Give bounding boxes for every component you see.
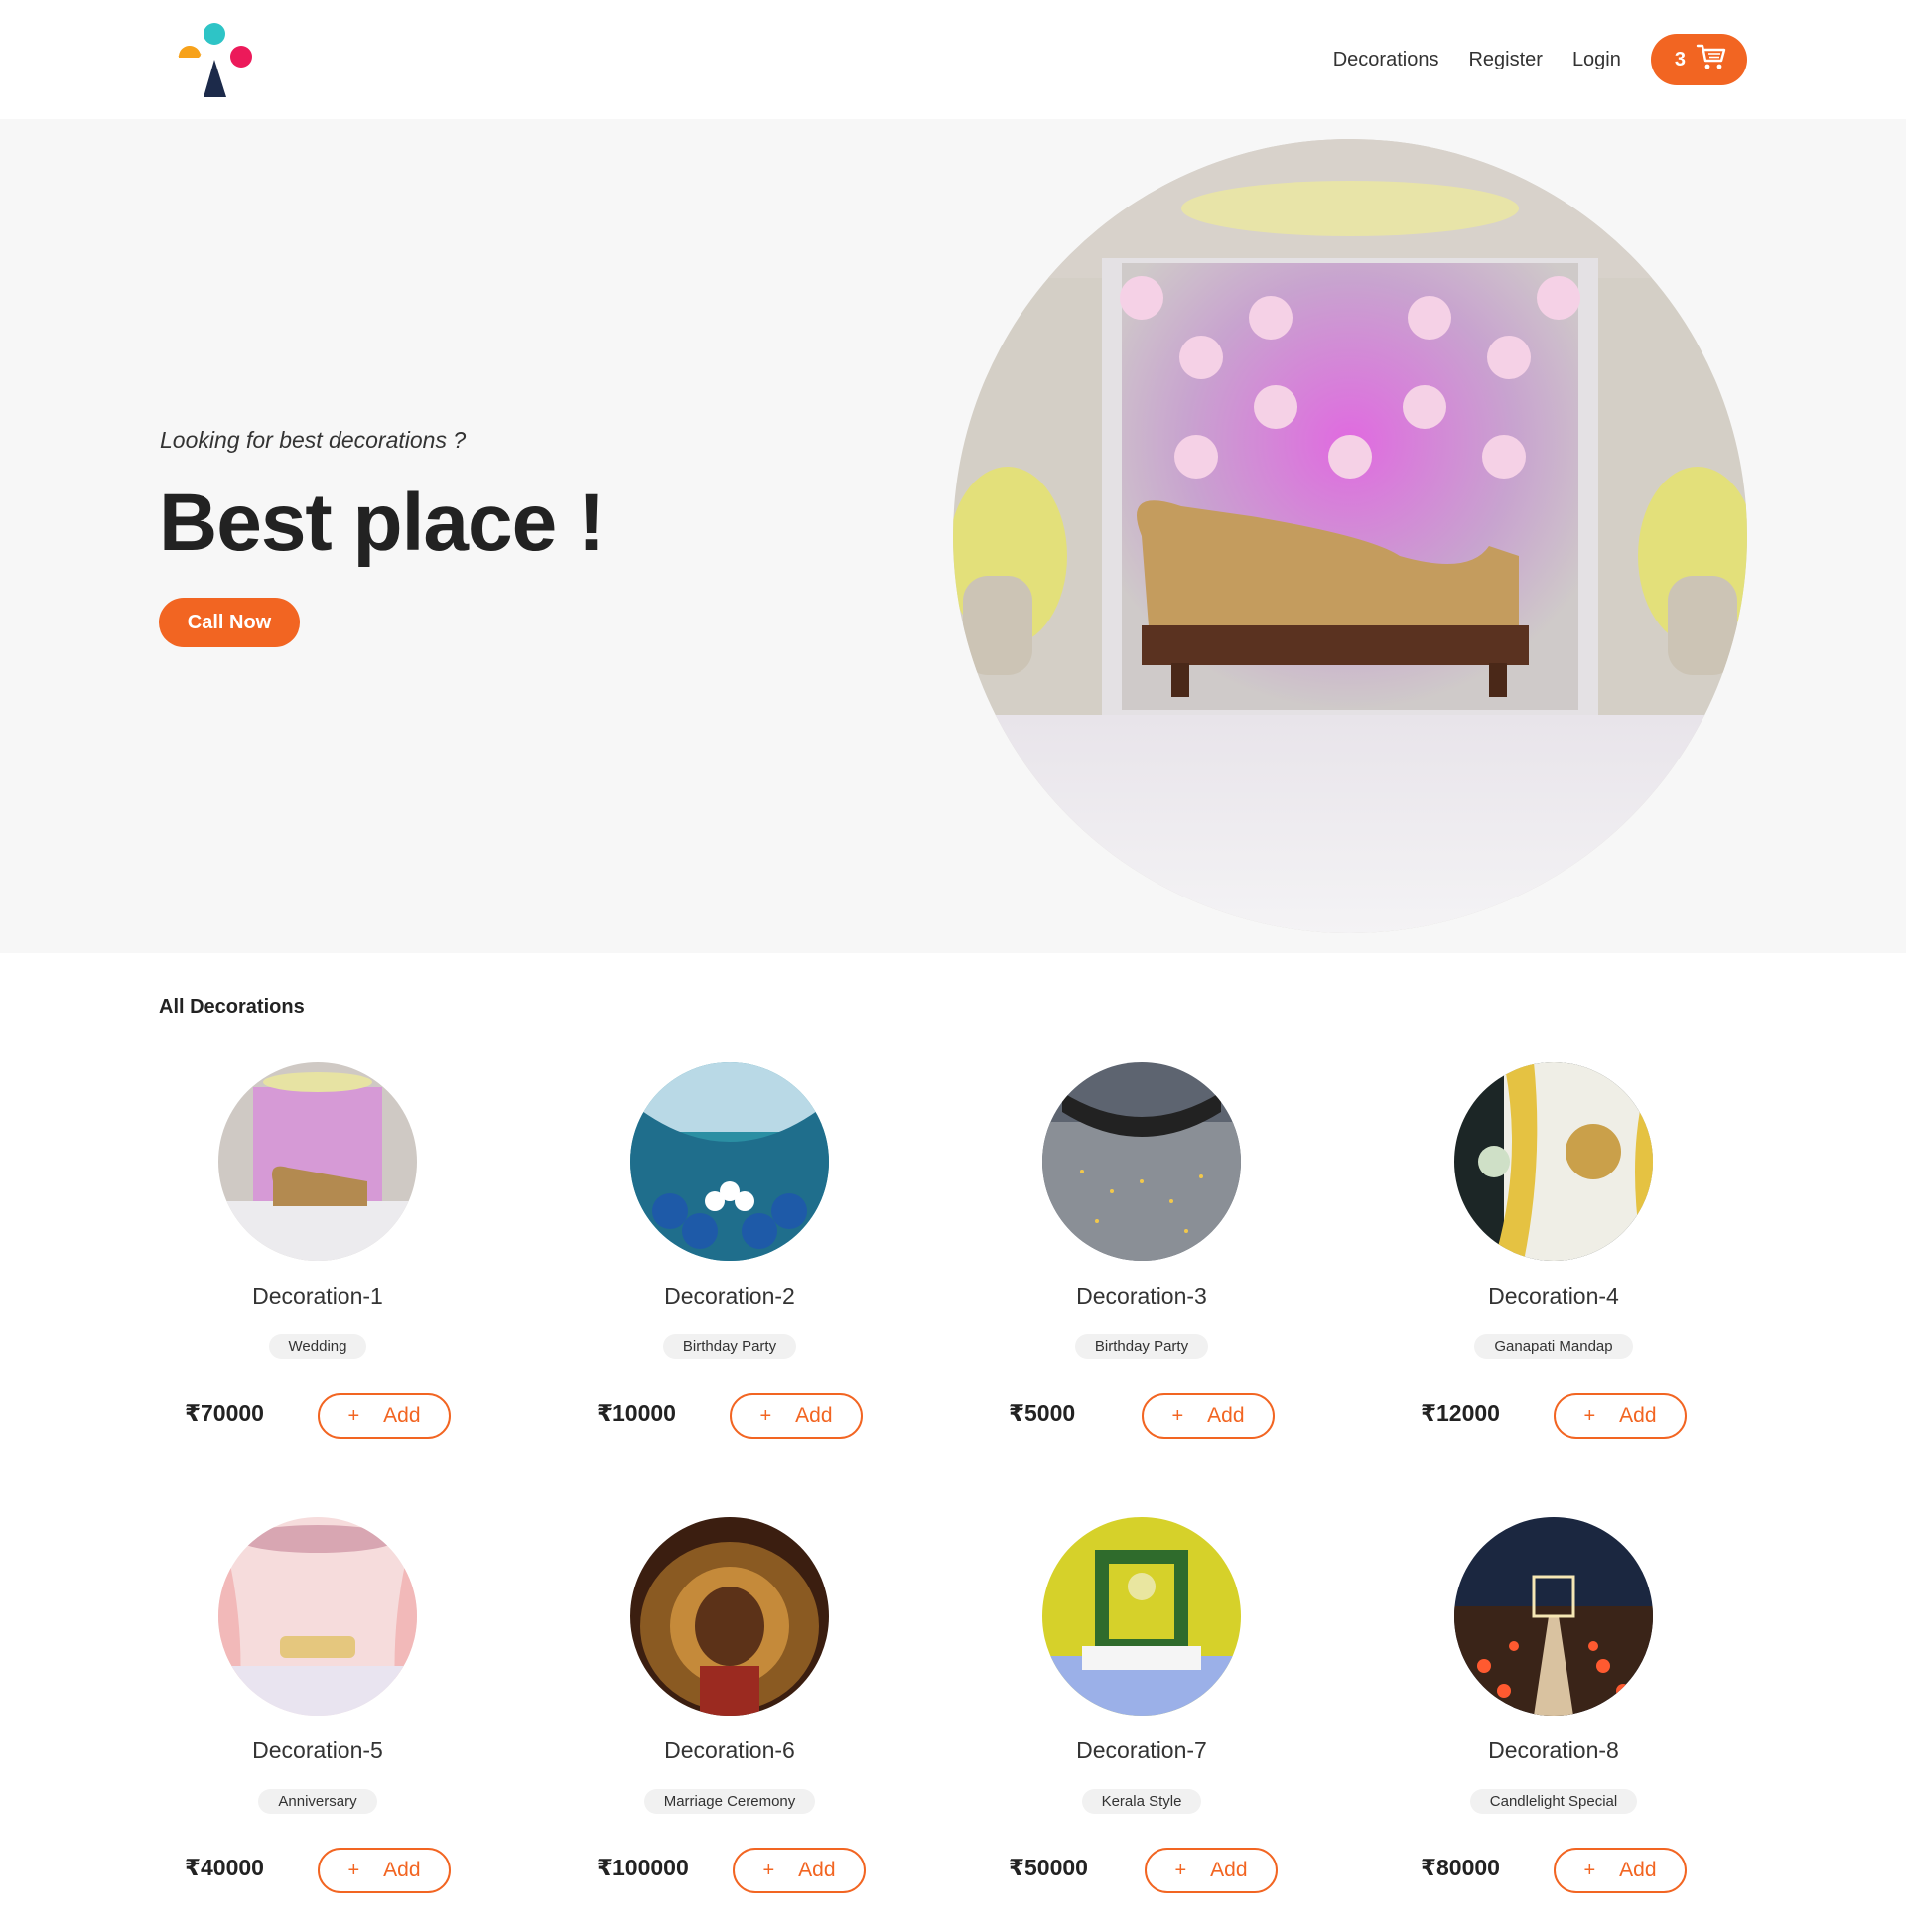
add-to-cart-button[interactable]: + Add [1554, 1848, 1687, 1893]
product-image[interactable] [1042, 1517, 1241, 1716]
product-category: Wedding [268, 1334, 367, 1359]
product-price: ₹12000 [1421, 1400, 1500, 1426]
add-label: Add [383, 1404, 421, 1427]
product-card: Decoration-7 Kerala Style ₹50000 + Add [983, 1517, 1300, 1914]
add-label: Add [1207, 1404, 1245, 1427]
product-price: ₹50000 [1009, 1855, 1088, 1880]
section-title: All Decorations [159, 996, 305, 1018]
nav-login[interactable]: Login [1572, 49, 1621, 71]
hero-tagline: Looking for best decorations ? [160, 427, 467, 453]
plus-icon: + [1583, 1404, 1596, 1427]
product-name: Decoration-5 [252, 1737, 383, 1763]
brand-logo[interactable] [177, 20, 256, 99]
product-name: Decoration-3 [1076, 1283, 1207, 1309]
product-image[interactable] [218, 1517, 417, 1716]
product-image[interactable] [1454, 1517, 1653, 1716]
product-category: Candlelight Special [1469, 1789, 1638, 1814]
product-image[interactable] [630, 1062, 829, 1261]
product-card: Decoration-3 Birthday Party ₹5000 + Add [983, 1062, 1300, 1459]
add-label: Add [383, 1859, 421, 1881]
product-name: Decoration-7 [1076, 1737, 1207, 1763]
hero-title: Best place ! [159, 478, 605, 568]
hero-image [953, 139, 1747, 933]
nav-decorations[interactable]: Decorations [1333, 49, 1439, 71]
add-label: Add [1619, 1859, 1657, 1881]
cart-button[interactable]: 3 [1650, 34, 1747, 85]
product-card: Decoration-6 Marriage Ceremony ₹100000 +… [571, 1517, 888, 1914]
product-price: ₹100000 [597, 1855, 689, 1880]
product-price: ₹5000 [1009, 1400, 1076, 1426]
plus-icon: + [1174, 1859, 1187, 1881]
header: Decorations Register Login 3 [0, 0, 1906, 119]
plus-icon: + [1171, 1404, 1184, 1427]
add-to-cart-button[interactable]: + Add [318, 1393, 451, 1439]
main-nav: Decorations Register Login 3 [1333, 34, 1747, 85]
product-category: Birthday Party [1074, 1334, 1209, 1359]
product-card: Decoration-1 Wedding ₹70000 + Add [159, 1062, 476, 1459]
product-name: Decoration-6 [664, 1737, 795, 1763]
plus-icon: + [762, 1859, 775, 1881]
product-name: Decoration-1 [252, 1283, 383, 1309]
hero-section: Looking for best decorations ? Best plac… [0, 119, 1906, 953]
call-now-button[interactable]: Call Now [159, 598, 300, 647]
product-image[interactable] [1042, 1062, 1241, 1261]
product-card: Decoration-8 Candlelight Special ₹80000 … [1395, 1517, 1712, 1914]
add-label: Add [798, 1859, 836, 1881]
product-card: Decoration-5 Anniversary ₹40000 + Add [159, 1517, 476, 1914]
add-label: Add [1210, 1859, 1248, 1881]
product-price: ₹70000 [185, 1400, 264, 1426]
plus-icon: + [347, 1859, 360, 1881]
plus-icon: + [347, 1404, 360, 1427]
product-image[interactable] [1454, 1062, 1653, 1261]
cart-icon [1696, 41, 1727, 78]
add-label: Add [795, 1404, 833, 1427]
add-label: Add [1619, 1404, 1657, 1427]
product-category: Anniversary [258, 1789, 377, 1814]
add-to-cart-button[interactable]: + Add [1145, 1848, 1278, 1893]
product-price: ₹10000 [597, 1400, 676, 1426]
plus-icon: + [1583, 1859, 1596, 1881]
add-to-cart-button[interactable]: + Add [1142, 1393, 1275, 1439]
add-to-cart-button[interactable]: + Add [318, 1848, 451, 1893]
product-category: Kerala Style [1081, 1789, 1202, 1814]
product-card: Decoration-2 Birthday Party ₹10000 + Add [571, 1062, 888, 1459]
cart-count: 3 [1674, 48, 1686, 70]
add-to-cart-button[interactable]: + Add [1554, 1393, 1687, 1439]
product-price: ₹40000 [185, 1855, 264, 1880]
product-image[interactable] [630, 1517, 829, 1716]
product-category: Birthday Party [662, 1334, 797, 1359]
product-name: Decoration-2 [664, 1283, 795, 1309]
product-name: Decoration-4 [1488, 1283, 1619, 1309]
product-name: Decoration-8 [1488, 1737, 1619, 1763]
product-price: ₹80000 [1421, 1855, 1500, 1880]
plus-icon: + [759, 1404, 772, 1427]
add-to-cart-button[interactable]: + Add [733, 1848, 866, 1893]
nav-register[interactable]: Register [1468, 49, 1542, 71]
product-category: Ganapati Mandap [1474, 1334, 1633, 1359]
product-card: Decoration-4 Ganapati Mandap ₹12000 + Add [1395, 1062, 1712, 1459]
product-category: Marriage Ceremony [643, 1789, 816, 1814]
product-image[interactable] [218, 1062, 417, 1261]
add-to-cart-button[interactable]: + Add [730, 1393, 863, 1439]
